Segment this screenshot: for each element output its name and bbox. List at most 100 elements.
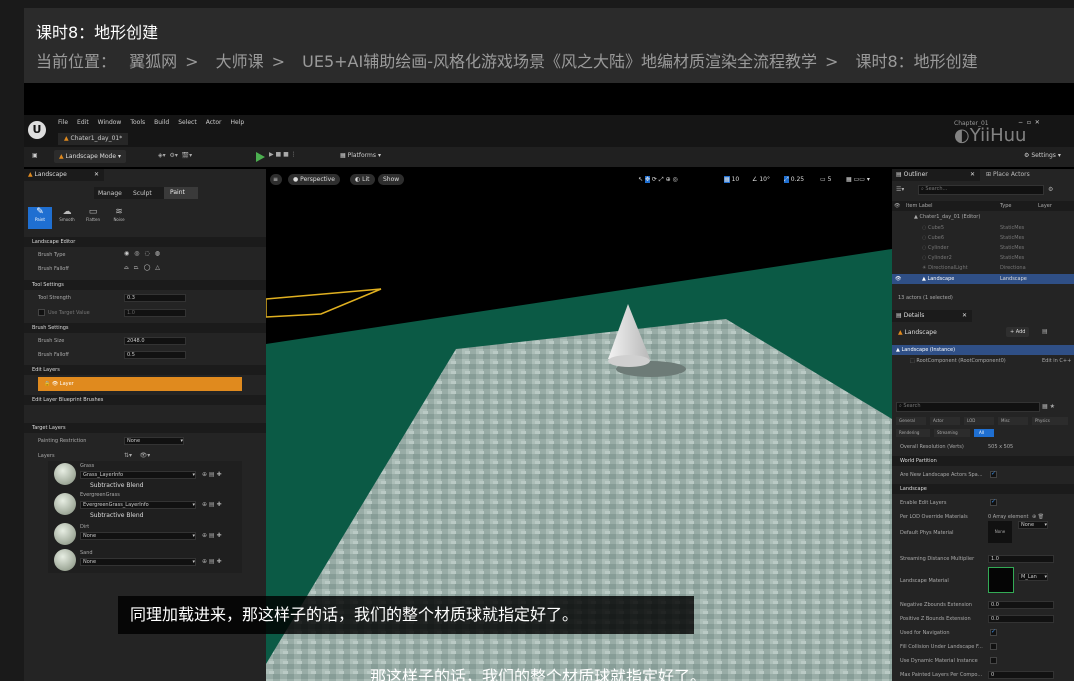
tool-smooth[interactable]: ☁ Smooth (56, 207, 78, 229)
layer-actions-icons[interactable]: ⊕ ▤ ✚ (202, 532, 222, 539)
platforms-button[interactable]: ▦ Platforms ▾ (340, 152, 381, 159)
layers-add-icon[interactable]: ⇅▾ 👁▾ (124, 452, 150, 459)
col-item-label[interactable]: Item Label (906, 201, 932, 211)
mode-dropdown[interactable]: ▲ Landscape Mode ▾ (54, 150, 126, 163)
save-icon[interactable]: ▣ (32, 152, 38, 159)
section-tool-settings[interactable]: Tool Settings (24, 280, 266, 290)
pattern-brush-icon[interactable]: ◌ (145, 250, 155, 257)
edit-layer-row[interactable]: 🔒 👁 Layer (38, 377, 242, 391)
blueprint-icon[interactable]: ▤ (1042, 328, 1048, 335)
translate-icon[interactable]: ✥ (644, 176, 650, 183)
details-view-icons[interactable]: ▦ ★ (1042, 403, 1055, 410)
section-edit-layers[interactable]: Edit Layers (24, 365, 266, 375)
filter-physics[interactable]: Physics (1032, 417, 1068, 425)
eye-icon[interactable]: 👁 (52, 381, 58, 387)
tool-noise[interactable]: ≋ Noise (108, 207, 130, 229)
landscape-panel-tab[interactable]: ▲ Landscape ✕ (24, 169, 104, 181)
section-brush-settings[interactable]: Brush Settings (24, 323, 266, 333)
outliner-row-light[interactable]: ☀ DirectionalLight (922, 265, 968, 271)
tool-paint[interactable]: ✎ Paint (28, 207, 52, 229)
layer-info-select[interactable]: None ▾ (80, 532, 196, 540)
linear-falloff-icon[interactable]: ⏢ (134, 264, 144, 271)
breadcrumb-item-home[interactable]: 翼狐网 (129, 52, 177, 71)
use-target-input[interactable]: 1.0 (124, 309, 186, 317)
tab-sculpt[interactable]: Sculpt (133, 190, 152, 197)
component-instance-row[interactable]: ▲ Landscape (Instance) (892, 345, 1074, 355)
show-button[interactable]: Show (378, 174, 405, 185)
enable-edit-layers-checkbox[interactable] (990, 498, 997, 506)
spherical-falloff-icon[interactable]: ◯ (144, 264, 156, 271)
filter-misc[interactable]: Misc (998, 417, 1028, 425)
filter-streaming[interactable]: Streaming (934, 429, 970, 437)
layer-actions-icons[interactable]: ⊕ ▤ ✚ (202, 471, 222, 478)
tool-strength-input[interactable]: 0.3 (124, 294, 186, 302)
select-icon[interactable]: ↖ (638, 176, 643, 183)
outliner-search-input[interactable]: ⌕ Search... (918, 185, 1044, 195)
tab-paint[interactable]: Paint (164, 187, 198, 199)
layer-actions-icons[interactable]: ⊕ ▤ ✚ (202, 501, 222, 508)
details-tab[interactable]: ▤ Details ✕ (892, 310, 972, 322)
maximize-icon[interactable]: ▫ (1027, 119, 1031, 126)
menu-file[interactable]: File (58, 119, 68, 126)
details-search-input[interactable]: ⌕ Search (896, 402, 1040, 412)
visibility-icon[interactable]: 👁 (895, 276, 901, 282)
phys-material-thumbnail[interactable]: None (988, 521, 1012, 543)
scale-snap[interactable]: ⤢ 0.25 (784, 176, 804, 184)
lock-icon[interactable]: 🔒 (44, 381, 50, 387)
outliner-row-cylinder2[interactable]: ◌ Cylinder2 (922, 255, 952, 261)
close-tab-icon[interactable]: ✕ (94, 169, 99, 181)
layer-info-select[interactable]: Grass_LayerInfo ▾ (80, 471, 196, 479)
max-painted-input[interactable]: 0 (988, 671, 1054, 679)
breadcrumb-item-masterclass[interactable]: 大师课 (216, 52, 264, 71)
camera-speed[interactable]: ▭ 5 (820, 176, 831, 183)
rotation-snap[interactable]: ∠ 10° (752, 176, 770, 183)
layer-info-select[interactable]: EvergreenGrass_LayerInfo ▾ (80, 501, 196, 509)
outliner-settings-icon[interactable]: ⚙ (1048, 186, 1053, 193)
landscape-material-thumbnail[interactable] (988, 567, 1014, 593)
menu-tools[interactable]: Tools (130, 119, 145, 126)
dynamic-mi-checkbox[interactable] (990, 657, 997, 664)
filter-actor[interactable]: Actor (930, 417, 960, 425)
circle-brush-icon[interactable]: ◉ (124, 250, 134, 257)
filter-lod[interactable]: LOD (964, 417, 994, 425)
menu-window[interactable]: Window (98, 119, 122, 126)
outliner-row-cylinder[interactable]: ◌ Cylinder (922, 245, 949, 251)
outliner-tab[interactable]: ▤ Outliner ✕ (892, 169, 980, 181)
close-tab-icon[interactable]: ✕ (970, 169, 975, 181)
falloff-type-options[interactable]: ⌓⏢◯△ (124, 264, 165, 272)
play-icon[interactable] (256, 152, 265, 162)
transform-tools[interactable]: ↖ ✥ ⟳ ⤢ ⊕ ◎ (638, 176, 678, 184)
perspective-button[interactable]: ● Perspective (288, 174, 340, 185)
level-tab[interactable]: ▲ Chater1_day_01* (58, 133, 129, 145)
used-for-nav-checkbox[interactable] (990, 628, 997, 636)
brush-type-options[interactable]: ◉◎◌◍ (124, 250, 165, 257)
filter-general[interactable]: General (896, 417, 926, 425)
outliner-row-landscape[interactable]: 👁 ▲ Landscape Landscape (892, 274, 1074, 284)
toolbar-create-icons[interactable]: ◈▾ ⚙▾ 🎬▾ (158, 152, 192, 159)
close-tab-icon[interactable]: ✕ (962, 310, 967, 322)
layer-actions-icons[interactable]: ⊕ ▤ ✚ (202, 558, 222, 565)
menu-edit[interactable]: Edit (77, 119, 89, 126)
use-target-checkbox[interactable] (38, 309, 45, 316)
painting-restriction-select[interactable]: None ▾ (124, 437, 184, 445)
viewport-layout-icon[interactable]: ▦ ▭▭ ▾ (846, 176, 870, 183)
col-layer[interactable]: Layer (1038, 201, 1052, 211)
viewport-menu-icon[interactable]: ≡ (270, 174, 282, 185)
surface-snap-icon[interactable]: ◎ (673, 176, 678, 183)
brush-size-input[interactable]: 2048.0 (124, 337, 186, 345)
phys-material-select[interactable]: None ▾ (1018, 521, 1048, 529)
streaming-distance-input[interactable]: 1.0 (988, 555, 1054, 563)
layer-info-select[interactable]: None ▾ (80, 558, 196, 566)
root-component-row[interactable]: ⬚ RootComponent (RootComponent0) (910, 358, 1006, 364)
grid-snap[interactable]: ▦ 10 (724, 176, 739, 183)
menu-select[interactable]: Select (178, 119, 197, 126)
filter-rendering[interactable]: Rendering (896, 429, 930, 437)
menu-actor[interactable]: Actor (206, 119, 222, 126)
outliner-row-cube6[interactable]: ◌ Cube6 (922, 235, 944, 241)
tip-falloff-icon[interactable]: △ (155, 264, 165, 271)
menu-help[interactable]: Help (231, 119, 245, 126)
menu-build[interactable]: Build (154, 119, 169, 126)
outliner-filter-icon[interactable]: ☰▾ (896, 186, 904, 193)
settings-button[interactable]: ⚙ Settings ▾ (1024, 152, 1061, 159)
world-icon[interactable]: ⊕ (666, 176, 671, 183)
